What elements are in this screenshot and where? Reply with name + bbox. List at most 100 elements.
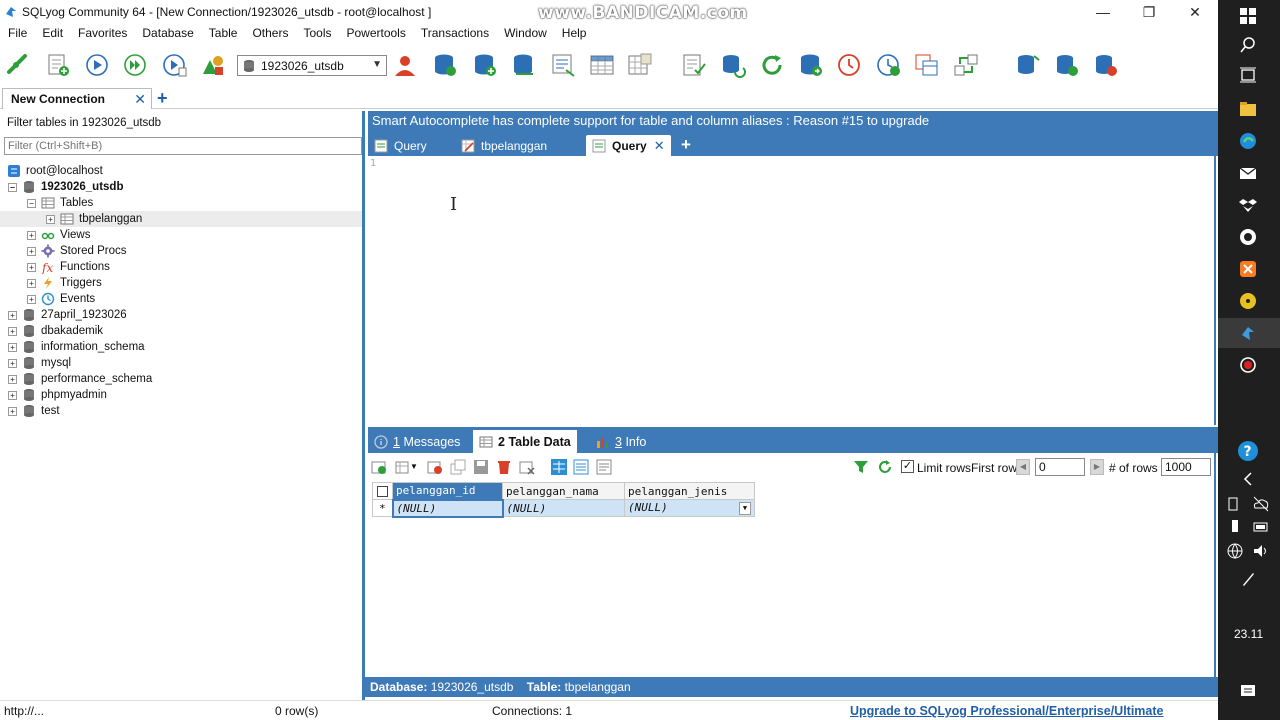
network-device-icon[interactable] <box>1226 495 1244 513</box>
grid-options-icon[interactable] <box>395 459 411 475</box>
expand-icon[interactable]: + <box>8 358 17 368</box>
menu-table[interactable]: Table <box>201 24 245 42</box>
task-view-icon[interactable] <box>1239 66 1257 84</box>
select-all-cell[interactable] <box>372 482 393 500</box>
tree-db-1923026-utsdb[interactable]: − 1923026_utsdb <box>0 179 362 195</box>
menu-window[interactable]: Window <box>496 24 554 42</box>
column-header[interactable]: pelanggan_id <box>392 482 503 500</box>
filter-tables-input[interactable] <box>4 137 362 155</box>
edge-browser-icon[interactable] <box>1239 132 1257 150</box>
close-tab-icon[interactable]: ✕ <box>654 138 665 154</box>
grid-cell[interactable]: (NULL) <box>502 499 625 517</box>
expand-icon[interactable]: + <box>27 246 36 256</box>
record-icon[interactable] <box>1239 356 1257 374</box>
insert-row-icon[interactable] <box>371 459 387 475</box>
chevron-left-icon[interactable] <box>1239 470 1257 488</box>
chevron-down-icon[interactable]: ▼ <box>739 502 751 515</box>
expand-icon[interactable]: + <box>8 406 17 416</box>
collapse-icon[interactable]: − <box>8 182 17 192</box>
close-tab-icon[interactable]: ✕ <box>134 91 146 108</box>
expand-icon[interactable]: + <box>27 278 36 288</box>
xampp-icon[interactable] <box>1239 260 1257 278</box>
data-sync-icon[interactable] <box>627 52 653 78</box>
chevron-down-icon[interactable]: ▼ <box>372 59 382 70</box>
filter-icon[interactable] <box>853 459 869 475</box>
volume-icon[interactable] <box>1252 542 1270 560</box>
tree-db-item[interactable]: + performance_schema <box>0 371 362 387</box>
close-button[interactable]: ✕ <box>1172 0 1218 24</box>
tree-stored-procs-folder[interactable]: + Stored Procs <box>0 243 362 259</box>
maximize-button[interactable]: ❐ <box>1126 0 1172 24</box>
tab-table-data[interactable]: 2 Table Data <box>473 430 577 453</box>
menu-favorites[interactable]: Favorites <box>70 24 134 42</box>
connect-icon[interactable] <box>5 52 31 78</box>
limit-rows-checkbox[interactable]: ✓ <box>901 460 914 473</box>
cloud-offline-icon[interactable] <box>1252 495 1270 513</box>
scheduler-clock-icon[interactable] <box>836 52 862 78</box>
duplicate-row-icon[interactable] <box>450 459 466 475</box>
menu-tools[interactable]: Tools <box>295 24 338 42</box>
menu-help[interactable]: Help <box>554 24 594 42</box>
expand-icon[interactable]: + <box>8 342 17 352</box>
expand-icon[interactable]: + <box>27 294 36 304</box>
minimize-button[interactable]: — <box>1080 0 1126 24</box>
backup-db-icon[interactable] <box>798 52 824 78</box>
execute-all-icon[interactable] <box>122 52 148 78</box>
menu-others[interactable]: Others <box>244 24 295 42</box>
delete-icon[interactable] <box>496 459 512 475</box>
expand-icon[interactable]: + <box>8 374 17 384</box>
tree-functions-folder[interactable]: + fx Functions <box>0 259 362 275</box>
query-builder-icon[interactable] <box>681 52 707 78</box>
shapes-icon[interactable] <box>200 52 226 78</box>
num-rows-input[interactable]: 1000 <box>1161 458 1211 476</box>
search-icon[interactable] <box>1239 36 1257 54</box>
disc-icon[interactable] <box>1239 292 1257 310</box>
execute-edit-icon[interactable] <box>162 52 188 78</box>
help-icon[interactable]: ? <box>1237 440 1259 462</box>
menu-powertools[interactable]: Powertools <box>338 24 412 42</box>
menu-file[interactable]: File <box>0 24 34 42</box>
form-view-icon[interactable] <box>573 459 589 475</box>
prev-page-button[interactable]: ◀ <box>1016 459 1030 475</box>
tree-db-item[interactable]: + test <box>0 403 362 419</box>
notification-icon[interactable] <box>1239 682 1257 700</box>
database-select[interactable]: 1923026_utsdb ▼ <box>237 55 387 76</box>
expand-icon[interactable]: + <box>27 230 36 240</box>
expand-icon[interactable]: + <box>46 214 55 224</box>
chevron-down-icon[interactable]: ▼ <box>410 462 426 478</box>
refresh-db-icon[interactable] <box>720 52 746 78</box>
upgrade-banner[interactable]: Smart Autocomplete has complete support … <box>368 111 1218 133</box>
grid-view-icon[interactable] <box>551 459 567 475</box>
tree-db-item[interactable]: + mysql <box>0 355 362 371</box>
new-connection-tab-button[interactable]: + <box>157 88 168 109</box>
tree-triggers-folder[interactable]: + Triggers <box>0 275 362 291</box>
cancel-changes-icon[interactable] <box>519 459 535 475</box>
refresh-icon[interactable] <box>877 459 893 475</box>
tab-query-active[interactable]: Query ✕ <box>586 135 671 156</box>
execute-query-icon[interactable] <box>84 52 110 78</box>
file-explorer-icon[interactable] <box>1239 100 1257 118</box>
tree-events-folder[interactable]: + Events <box>0 291 362 307</box>
text-view-icon[interactable] <box>596 459 612 475</box>
menu-database[interactable]: Database <box>134 24 200 42</box>
collapse-icon[interactable]: − <box>27 198 36 208</box>
copy-table-icon[interactable] <box>914 52 940 78</box>
pen-icon[interactable] <box>1239 570 1257 588</box>
upgrade-link[interactable]: Upgrade to SQLyog Professional/Enterpris… <box>850 704 1164 718</box>
table-grid-icon[interactable] <box>589 52 615 78</box>
tree-table-tbpelanggan[interactable]: + tbpelanggan <box>0 211 362 227</box>
globe-icon[interactable] <box>1226 542 1244 560</box>
import-db-icon[interactable] <box>1015 52 1041 78</box>
new-query-icon[interactable] <box>45 52 71 78</box>
tree-db-item[interactable]: + dbakademik <box>0 323 362 339</box>
first-row-input[interactable]: 0 <box>1035 458 1085 476</box>
tab-new-connection[interactable]: New Connection ✕ <box>2 88 152 109</box>
user-manager-icon[interactable] <box>392 52 418 78</box>
schema-sync-icon[interactable] <box>953 52 979 78</box>
sql-editor[interactable]: 1 I <box>368 156 1216 425</box>
grid-cell-enum[interactable]: (NULL) ▼ <box>624 499 755 517</box>
schema-designer-icon[interactable] <box>550 52 576 78</box>
battery-icon[interactable] <box>1252 518 1270 536</box>
expand-icon[interactable]: + <box>8 310 17 320</box>
add-row-icon[interactable] <box>427 459 443 475</box>
